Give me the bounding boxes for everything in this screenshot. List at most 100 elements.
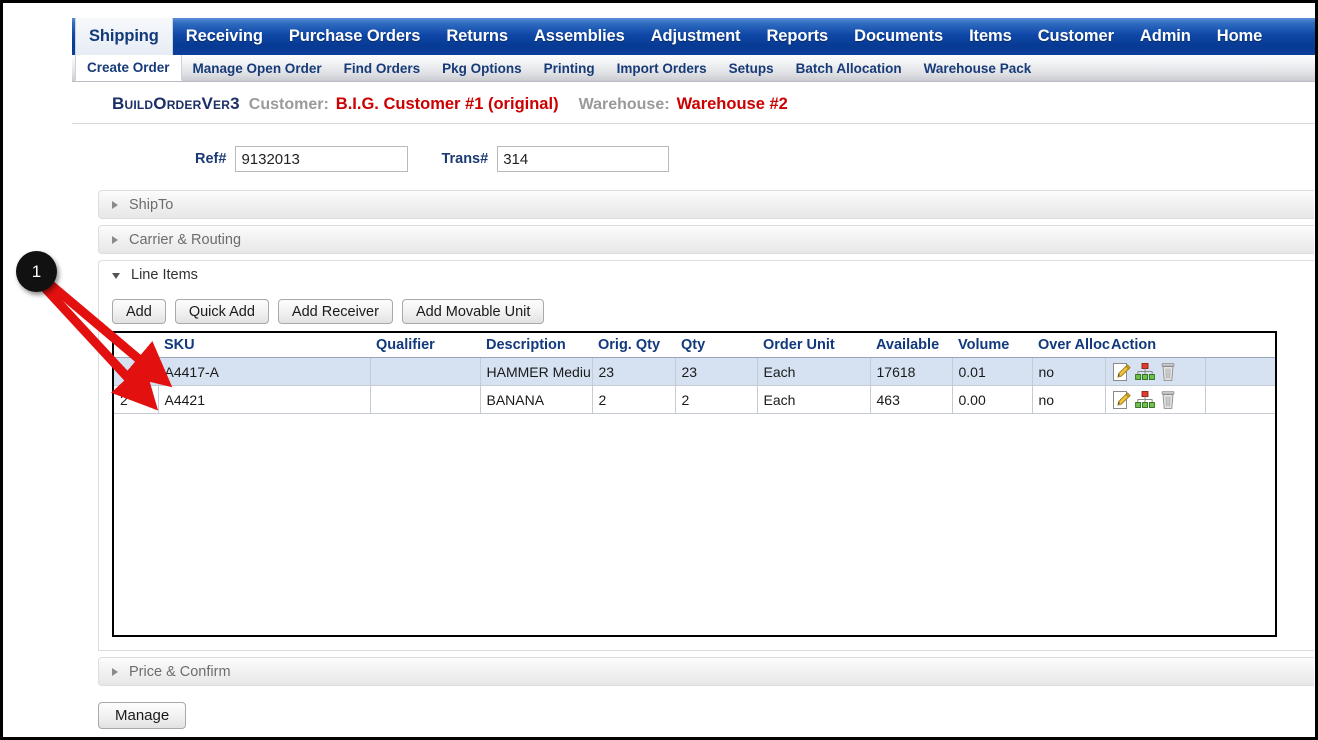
subnav-item-label: Batch Allocation	[795, 60, 902, 76]
footer-toolbar: Manage	[72, 686, 1315, 729]
subnav-item-printing[interactable]: Printing	[533, 55, 606, 81]
allocation-tree-icon[interactable]	[1134, 362, 1155, 382]
line-items-grid[interactable]: SKU Qualifier Description Orig. Qty Qty …	[112, 331, 1277, 637]
nav-item-assemblies[interactable]: Assemblies	[521, 18, 638, 55]
add-movable-unit-button[interactable]: Add Movable Unit	[401, 299, 545, 324]
chevron-right-icon	[112, 667, 118, 676]
quick-add-button[interactable]: Quick Add	[174, 299, 269, 324]
cell-spare	[1205, 385, 1275, 414]
cell-available: 17618	[870, 357, 953, 386]
nav-item-shipping[interactable]: Shipping	[75, 18, 173, 55]
nav-item-purchase-orders[interactable]: Purchase Orders	[276, 18, 433, 55]
section-carrier-routing: Carrier & Routing	[98, 225, 1314, 254]
col-header-qualifier[interactable]: Qualifier	[370, 333, 480, 358]
add-button[interactable]: Add	[112, 299, 166, 324]
nav-item-home[interactable]: Home	[1204, 18, 1275, 55]
annotation-badge-number: 1	[31, 261, 42, 281]
row-action-group	[1112, 389, 1205, 410]
chevron-right-icon	[112, 200, 118, 209]
nav-item-receiving[interactable]: Receiving	[173, 18, 276, 55]
col-header-description[interactable]: Description	[480, 333, 592, 358]
nav-item-label: Purchase Orders	[288, 27, 421, 45]
subnav-item-label: Find Orders	[343, 60, 421, 76]
cell-action	[1105, 357, 1206, 386]
subnav-item-label: Setups	[728, 60, 774, 76]
cell-description: HAMMER Mediu...	[480, 357, 593, 386]
subnav-item-batch-allocation[interactable]: Batch Allocation	[785, 55, 913, 81]
nav-item-label: Returns	[446, 27, 508, 45]
section-line-items-header[interactable]: Line Items	[98, 260, 1314, 289]
cell-volume: 0.00	[952, 385, 1033, 414]
col-header-sku[interactable]: SKU	[158, 333, 370, 358]
nav-item-label: Admin	[1139, 27, 1191, 45]
col-header-order-unit[interactable]: Order Unit	[757, 333, 870, 358]
subnav-item-pkg-options[interactable]: Pkg Options	[431, 55, 533, 81]
table-row[interactable]: 2 A4421 BANANA 2 2 Each 463 0.00 no	[114, 385, 1275, 414]
cell-index: 2	[114, 385, 159, 414]
cell-qualifier	[370, 357, 481, 386]
trans-label: Trans#	[441, 151, 489, 167]
cell-orig-qty: 23	[592, 357, 676, 386]
nav-item-reports[interactable]: Reports	[753, 18, 841, 55]
subnav-item-create-order[interactable]: Create Order	[75, 55, 182, 81]
section-shipto-header[interactable]: ShipTo	[98, 190, 1314, 219]
ref-input[interactable]	[235, 146, 409, 172]
section-price-confirm-header[interactable]: Price & Confirm	[98, 657, 1314, 686]
nav-item-label: Home	[1216, 27, 1263, 45]
subnav-item-find-orders[interactable]: Find Orders	[333, 55, 432, 81]
nav-item-label: Shipping	[89, 27, 159, 45]
col-header-over-alloc[interactable]: Over Alloc	[1032, 333, 1110, 358]
nav-item-items[interactable]: Items	[956, 18, 1025, 55]
application-page: Shipping Receiving Purchase Orders Retur…	[72, 18, 1315, 737]
col-header-index[interactable]	[114, 333, 158, 358]
section-line-items-body: Add Quick Add Add Receiver Add Movable U…	[98, 289, 1314, 651]
line-items-table: SKU Qualifier Description Orig. Qty Qty …	[114, 333, 1275, 414]
subnav-item-warehouse-pack[interactable]: Warehouse Pack	[913, 55, 1043, 81]
table-row[interactable]: 1 A4417-A HAMMER Mediu... 23 23 Each 176…	[114, 357, 1275, 386]
subnav-item-setups[interactable]: Setups	[718, 55, 785, 81]
nav-item-label: Items	[969, 27, 1012, 45]
nav-item-label: Adjustment	[650, 27, 741, 45]
allocation-tree-icon[interactable]	[1134, 390, 1155, 410]
col-header-qty[interactable]: Qty	[675, 333, 757, 358]
delete-icon[interactable]	[1158, 362, 1178, 382]
chevron-down-icon	[112, 273, 120, 279]
cell-index: 1	[114, 357, 159, 386]
col-header-available[interactable]: Available	[870, 333, 952, 358]
col-header-orig-qty[interactable]: Orig. Qty	[592, 333, 675, 358]
col-header-spare[interactable]	[1205, 333, 1275, 358]
nav-item-documents[interactable]: Documents	[841, 18, 956, 55]
warehouse-label: Warehouse:	[578, 96, 670, 113]
edit-icon[interactable]	[1112, 362, 1132, 382]
edit-icon[interactable]	[1112, 390, 1132, 410]
nav-item-adjustment[interactable]: Adjustment	[638, 18, 754, 55]
add-receiver-button[interactable]: Add Receiver	[277, 299, 393, 324]
cell-description: BANANA	[480, 385, 593, 414]
trans-input[interactable]	[497, 146, 670, 172]
cell-sku: A4421	[158, 385, 371, 414]
section-shipto-label: ShipTo	[129, 196, 174, 213]
cell-over-alloc: no	[1032, 385, 1106, 414]
col-header-action[interactable]: Action	[1105, 333, 1205, 358]
subnav-item-label: Manage Open Order	[192, 60, 322, 76]
subnav-item-label: Printing	[543, 60, 595, 76]
nav-item-label: Documents	[854, 27, 944, 45]
manage-button[interactable]: Manage	[98, 702, 187, 729]
nav-item-returns[interactable]: Returns	[433, 18, 521, 55]
nav-item-customer[interactable]: Customer	[1025, 18, 1127, 55]
subnav-item-import-orders[interactable]: Import Orders	[606, 55, 718, 81]
subnav-item-label: Pkg Options	[442, 60, 522, 76]
subnav-item-manage-open-order[interactable]: Manage Open Order	[182, 55, 333, 81]
customer-label: Customer:	[248, 96, 329, 113]
delete-icon[interactable]	[1158, 390, 1178, 410]
nav-item-label: Reports	[766, 27, 829, 45]
section-carrier-routing-header[interactable]: Carrier & Routing	[98, 225, 1314, 254]
col-header-volume[interactable]: Volume	[952, 333, 1032, 358]
screenshot-root: Shipping Receiving Purchase Orders Retur…	[0, 0, 1318, 740]
table-header-row: SKU Qualifier Description Orig. Qty Qty …	[114, 333, 1275, 358]
nav-item-admin[interactable]: Admin	[1127, 18, 1204, 55]
sub-navigation-bar: Create Order Manage Open Order Find Orde…	[72, 55, 1315, 82]
subnav-item-label: Warehouse Pack	[923, 60, 1032, 76]
page-title: BuildOrderVer3	[112, 94, 240, 113]
ref-label: Ref#	[195, 151, 227, 167]
